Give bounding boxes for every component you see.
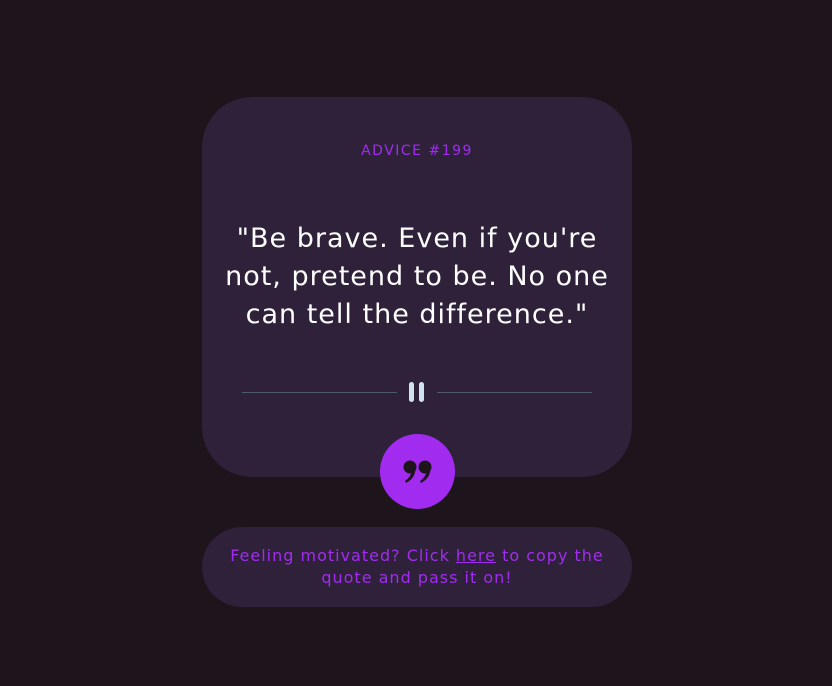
new-advice-button[interactable] [380, 434, 455, 509]
advice-quote: "Be brave. Even if you're not, pretend t… [225, 223, 609, 330]
advice-number: ADVICE #199 [361, 143, 473, 159]
copy-prompt-before: Feeling motivated? Click [230, 546, 456, 565]
divider-line-right [437, 392, 592, 393]
copy-quote-link[interactable]: here [456, 546, 496, 565]
advice-card: ADVICE #199 "Be brave. Even if you're no… [202, 97, 632, 477]
copy-prompt-text: Feeling motivated? Click here to copy th… [217, 545, 617, 589]
copy-prompt-panel: Feeling motivated? Click here to copy th… [202, 527, 632, 607]
divider-line-left [242, 392, 397, 393]
quote-mark-icon [403, 460, 431, 483]
pause-icon [409, 382, 425, 402]
divider [242, 380, 592, 404]
